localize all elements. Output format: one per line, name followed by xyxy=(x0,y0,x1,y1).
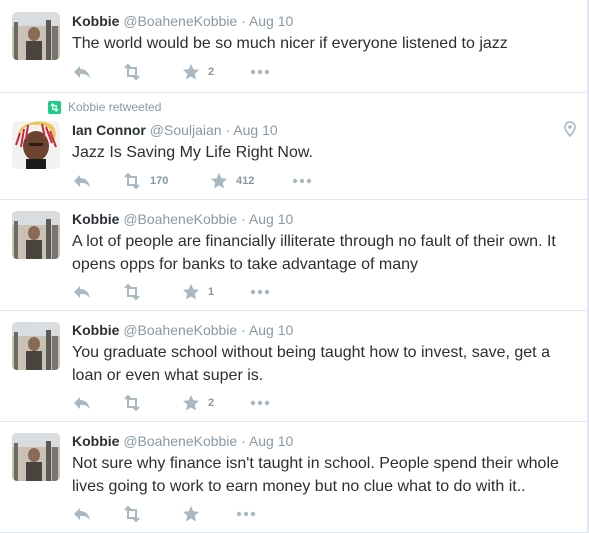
separator-dot: · xyxy=(241,433,246,449)
more-button[interactable] xyxy=(250,62,270,82)
retweet-button[interactable] xyxy=(122,393,150,413)
like-star-icon xyxy=(182,63,200,80)
tweet-actions: 170 412 xyxy=(72,171,372,191)
reply-button[interactable] xyxy=(72,282,92,302)
avatar[interactable] xyxy=(12,121,60,169)
timestamp[interactable]: Aug 10 xyxy=(233,122,277,138)
tweet-5[interactable]: Kobbie @BoaheneKobbie · Aug 10 Not sure … xyxy=(0,422,587,533)
tweet-4[interactable]: Kobbie @BoaheneKobbie · Aug 10 You gradu… xyxy=(0,311,587,422)
fullname[interactable]: Kobbie xyxy=(72,211,119,227)
tweet-text: Not sure why finance isn't taught in sch… xyxy=(72,455,559,495)
tweet-text: Jazz Is Saving My Life Right Now. xyxy=(72,144,313,161)
more-button[interactable] xyxy=(292,171,312,191)
like-star-icon xyxy=(210,172,228,189)
separator-dot: · xyxy=(241,13,246,29)
avatar[interactable] xyxy=(12,433,60,481)
tweet-header: Kobbie @BoaheneKobbie · Aug 10 xyxy=(72,432,293,450)
retweet-icon xyxy=(124,395,140,411)
tweet-actions: 2 xyxy=(72,393,372,413)
username[interactable]: @BoaheneKobbie xyxy=(123,13,237,29)
reply-button[interactable] xyxy=(72,62,92,82)
tweet-1[interactable]: Kobbie @BoaheneKobbie · Aug 10 The world… xyxy=(0,0,587,93)
tweet-actions: 1 xyxy=(72,282,372,302)
reply-icon xyxy=(74,286,90,298)
tweet-header: Kobbie @BoaheneKobbie · Aug 10 xyxy=(72,210,293,228)
tweet-text: A lot of people are financially illitera… xyxy=(72,233,556,273)
retweet-context-label[interactable]: Kobbie retweeted xyxy=(68,100,161,114)
avatar[interactable] xyxy=(12,322,60,370)
timestamp[interactable]: Aug 10 xyxy=(249,211,293,227)
like-button[interactable]: 2 xyxy=(182,393,214,413)
timestamp[interactable]: Aug 10 xyxy=(249,433,293,449)
reply-icon xyxy=(74,397,90,409)
like-button[interactable] xyxy=(182,504,208,524)
tweet-actions: 2 xyxy=(72,62,372,82)
retweet-button[interactable] xyxy=(122,62,150,82)
like-button[interactable]: 2 xyxy=(182,62,214,82)
timestamp[interactable]: Aug 10 xyxy=(249,13,293,29)
tweet-text: You graduate school without being taught… xyxy=(72,344,550,384)
more-icon xyxy=(250,400,270,406)
timestamp[interactable]: Aug 10 xyxy=(249,322,293,338)
like-count: 2 xyxy=(208,66,215,78)
retweet-icon xyxy=(124,173,140,189)
username[interactable]: @BoaheneKobbie xyxy=(123,433,237,449)
retweet-button[interactable]: 170 xyxy=(122,171,168,191)
like-star-icon xyxy=(182,505,200,522)
more-icon xyxy=(236,511,256,517)
tweet-actions xyxy=(72,504,372,524)
retweet-count: 170 xyxy=(150,175,169,187)
reply-icon xyxy=(74,508,90,520)
like-button[interactable]: 1 xyxy=(182,282,214,302)
separator-dot: · xyxy=(241,322,246,338)
reply-button[interactable] xyxy=(72,393,92,413)
fullname[interactable]: Ian Connor xyxy=(72,122,146,138)
retweet-context: Kobbie retweeted xyxy=(48,100,161,114)
avatar[interactable] xyxy=(12,12,60,60)
more-icon xyxy=(250,69,270,75)
retweet-button[interactable] xyxy=(122,504,150,524)
tweet-2[interactable]: Kobbie retweeted Ian Connor @Souljaian ·… xyxy=(0,93,587,200)
like-count: 2 xyxy=(208,397,215,409)
fullname[interactable]: Kobbie xyxy=(72,13,119,29)
like-count: 1 xyxy=(208,286,215,298)
tweet-3[interactable]: Kobbie @BoaheneKobbie · Aug 10 A lot of … xyxy=(0,200,587,311)
tweet-header: Kobbie @BoaheneKobbie · Aug 10 xyxy=(72,321,293,339)
username[interactable]: @BoaheneKobbie xyxy=(123,322,237,338)
more-icon xyxy=(292,178,312,184)
retweet-button[interactable] xyxy=(122,282,150,302)
reply-icon xyxy=(74,66,90,78)
reply-button[interactable] xyxy=(72,504,92,524)
reply-icon xyxy=(74,175,90,187)
tweet-header: Kobbie @BoaheneKobbie · Aug 10 xyxy=(72,12,293,30)
retweeted-icon xyxy=(48,100,61,114)
retweet-icon xyxy=(124,284,140,300)
fullname[interactable]: Kobbie xyxy=(72,322,119,338)
like-count: 412 xyxy=(236,175,255,187)
more-button[interactable] xyxy=(250,393,270,413)
fullname[interactable]: Kobbie xyxy=(72,433,119,449)
reply-button[interactable] xyxy=(72,171,92,191)
location-pin-icon[interactable] xyxy=(564,121,576,142)
more-button[interactable] xyxy=(250,282,270,302)
like-star-icon xyxy=(182,394,200,411)
like-button[interactable]: 412 xyxy=(210,171,254,191)
avatar[interactable] xyxy=(12,211,60,259)
retweet-icon xyxy=(124,506,140,522)
more-button[interactable] xyxy=(236,504,256,524)
separator-dot: · xyxy=(225,122,231,138)
retweet-icon xyxy=(124,64,140,80)
tweet-header: Ian Connor @Souljaian · Aug 10 xyxy=(72,121,278,139)
tweet-text: The world would be so much nicer if ever… xyxy=(72,35,508,52)
separator-dot: · xyxy=(241,211,246,227)
username[interactable]: @BoaheneKobbie xyxy=(123,211,237,227)
more-icon xyxy=(250,289,270,295)
username[interactable]: @Souljaian xyxy=(150,122,222,138)
like-star-icon xyxy=(182,283,200,300)
